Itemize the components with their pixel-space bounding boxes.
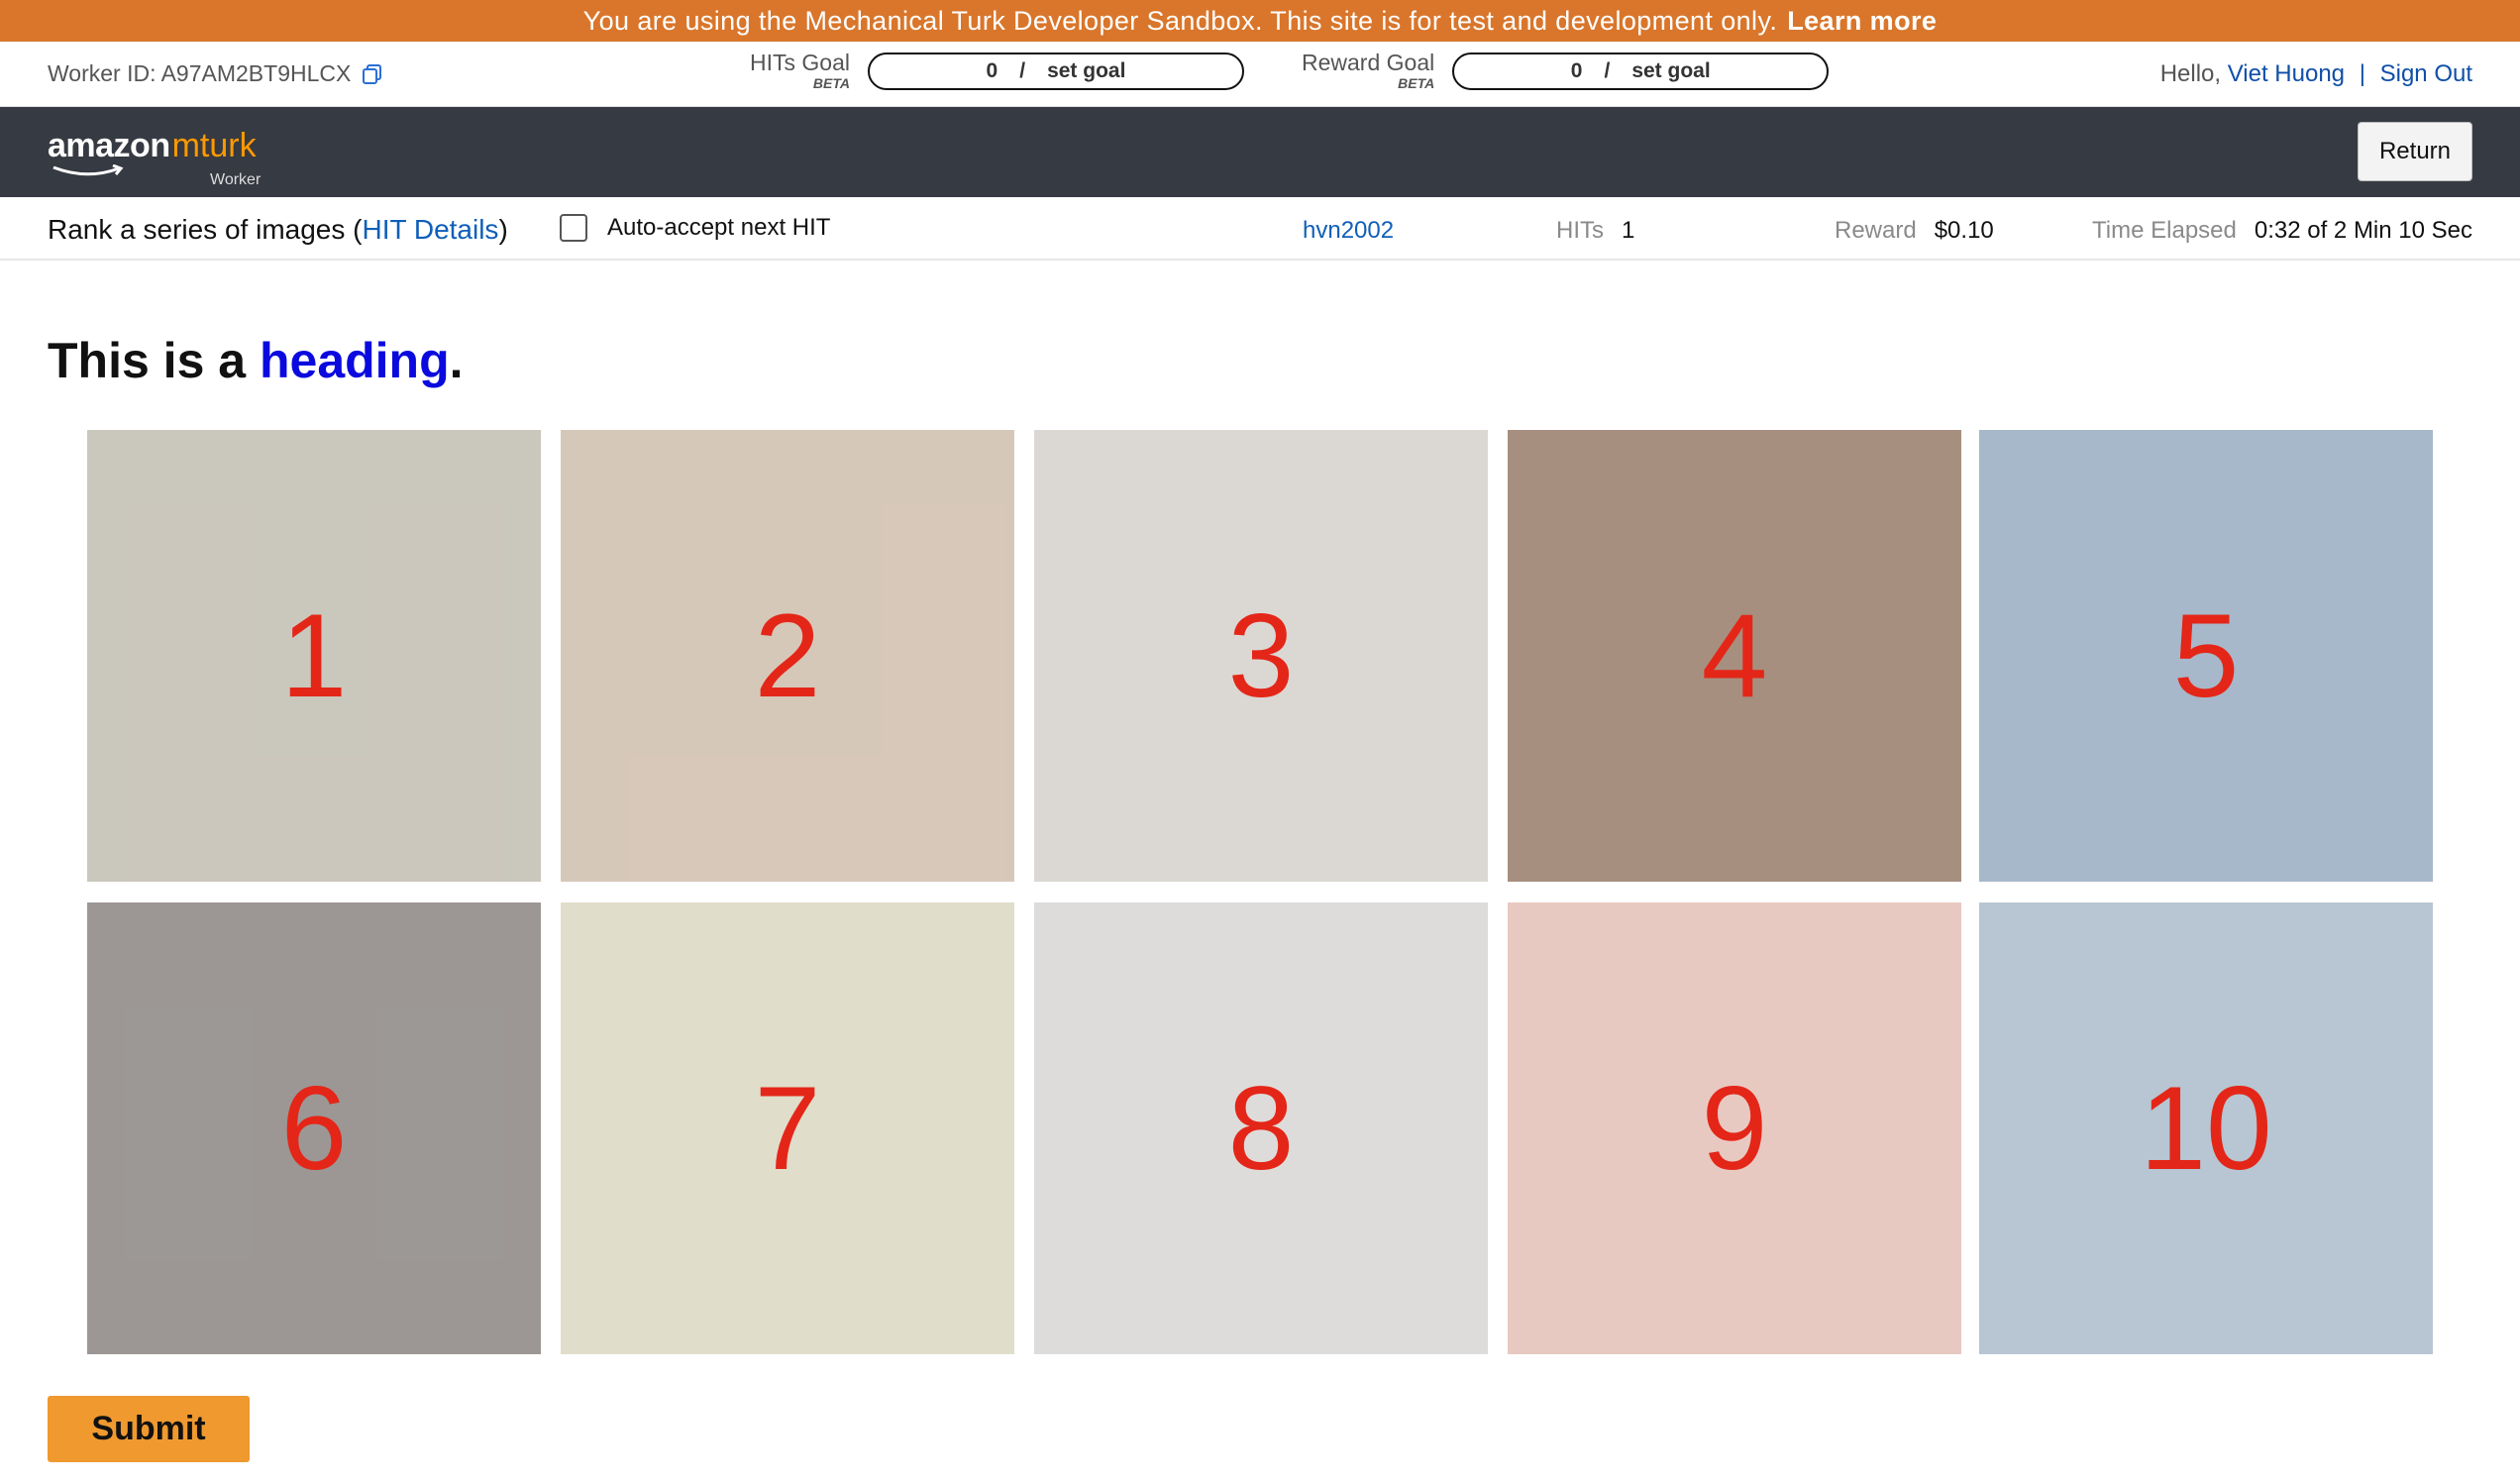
heading-suffix: . — [449, 333, 464, 388]
image-tile-2[interactable]: 2 — [561, 430, 1014, 882]
image-number-2: 2 — [754, 589, 821, 722]
hits-goal-slash: / — [1019, 58, 1026, 82]
hello-text: Hello, — [2159, 60, 2222, 87]
image-tile-5[interactable]: 5 — [1979, 430, 2433, 882]
reward-stat-value: $0.10 — [1934, 217, 1994, 244]
user-greeting: Hello, Viet Huong | Sign Out — [2160, 60, 2472, 88]
hits-goal-title: HITs Goal — [750, 50, 850, 75]
image-tile-7[interactable]: 7 — [561, 902, 1014, 1354]
image-number-1: 1 — [280, 589, 348, 722]
hit-info-bar: Rank a series of images (HIT Details) Au… — [0, 197, 2520, 261]
image-tile-4[interactable]: 4 — [1508, 430, 1961, 882]
image-number-10: 10 — [2140, 1062, 2272, 1195]
image-number-5: 5 — [2172, 589, 2240, 722]
heading-highlight: heading — [259, 333, 450, 388]
hits-goal-label: HITs Goal BETA — [750, 50, 850, 91]
image-tile-6[interactable]: 6 — [87, 902, 541, 1354]
image-tile-3[interactable]: 3 — [1034, 430, 1488, 882]
reward-stat: Reward $0.10 — [1835, 217, 1994, 245]
hits-stat: HITs 1 — [1556, 217, 1634, 245]
auto-accept-label: Auto-accept next HIT — [607, 214, 831, 241]
requester-link[interactable]: hvn2002 — [1303, 217, 1394, 245]
amazon-smile-icon — [52, 164, 124, 176]
image-number-4: 4 — [1701, 589, 1768, 722]
worker-id: Worker ID: A97AM2BT9HLCX — [48, 60, 384, 87]
hits-goal-beta: BETA — [812, 75, 850, 91]
worker-id-text: Worker ID: A97AM2BT9HLCX — [48, 60, 352, 86]
return-button[interactable]: Return — [2358, 122, 2472, 181]
reward-goal: Reward Goal BETA 0 / set goal — [1302, 50, 1830, 91]
reward-stat-label: Reward — [1835, 217, 1917, 244]
auto-accept: Auto-accept next HIT — [560, 214, 830, 242]
hit-title: Rank a series of images (HIT Details) — [48, 214, 508, 246]
hit-title-suffix: ) — [498, 214, 508, 245]
logo-worker-text: Worker — [210, 171, 262, 188]
time-elapsed-value: 0:32 of 2 Min 10 Sec — [2254, 217, 2472, 244]
heading-prefix: This is a — [48, 333, 260, 388]
time-elapsed-label: Time Elapsed — [2092, 217, 2237, 244]
hits-stat-label: HITs — [1556, 217, 1604, 244]
image-tile-10[interactable]: 10 — [1979, 902, 2433, 1354]
worker-bar: Worker ID: A97AM2BT9HLCX HITs Goal BETA … — [0, 42, 2520, 107]
hits-set-goal-link[interactable]: set goal — [1047, 59, 1125, 83]
hit-details-link[interactable]: HIT Details — [362, 214, 498, 245]
reward-goal-slash: / — [1604, 58, 1611, 82]
hits-goal: HITs Goal BETA 0 / set goal — [750, 52, 1244, 90]
reward-goal-beta: BETA — [1398, 75, 1435, 91]
mturk-logo[interactable]: amazonmturk Worker — [48, 127, 261, 188]
copy-icon[interactable] — [361, 62, 384, 86]
hits-goal-value: 0 — [986, 58, 998, 82]
image-number-8: 8 — [1227, 1062, 1295, 1195]
reward-goal-input[interactable]: 0 / set goal — [1452, 52, 1830, 90]
hit-title-text: Rank a series of images ( — [48, 214, 363, 245]
image-number-6: 6 — [280, 1062, 348, 1195]
brand-bar: amazonmturk Worker Return — [0, 107, 2520, 197]
greeting-separator: | — [2359, 60, 2365, 87]
reward-goal-label: Reward Goal BETA — [1302, 50, 1435, 91]
learn-more-link[interactable]: Learn more — [1787, 6, 1937, 37]
hits-stat-value: 1 — [1622, 217, 1635, 244]
reward-goal-value: 0 — [1570, 58, 1583, 82]
sign-out-link[interactable]: Sign Out — [2380, 60, 2472, 87]
sandbox-banner-text: You are using the Mechanical Turk Develo… — [582, 5, 1778, 36]
page-heading: This is a heading. — [48, 332, 464, 389]
user-name-link[interactable]: Viet Huong — [2228, 60, 2345, 87]
hits-goal-input[interactable]: 0 / set goal — [867, 52, 1244, 90]
time-elapsed-stat: Time Elapsed 0:32 of 2 Min 10 Sec — [2092, 217, 2472, 245]
image-number-3: 3 — [1227, 589, 1295, 722]
auto-accept-checkbox[interactable] — [560, 214, 587, 242]
logo-mturk-text: mturk — [171, 127, 257, 164]
reward-goal-title: Reward Goal — [1302, 50, 1435, 75]
sandbox-banner: You are using the Mechanical Turk Develo… — [0, 0, 2520, 42]
image-tile-8[interactable]: 8 — [1034, 902, 1488, 1354]
reward-set-goal-link[interactable]: set goal — [1631, 59, 1710, 83]
submit-button[interactable]: Submit — [48, 1396, 250, 1462]
image-tile-1[interactable]: 1 — [87, 430, 541, 882]
image-number-7: 7 — [754, 1062, 821, 1195]
image-tile-9[interactable]: 9 — [1508, 902, 1961, 1354]
image-number-9: 9 — [1701, 1062, 1768, 1195]
logo-amazon-text: amazon — [48, 127, 170, 164]
